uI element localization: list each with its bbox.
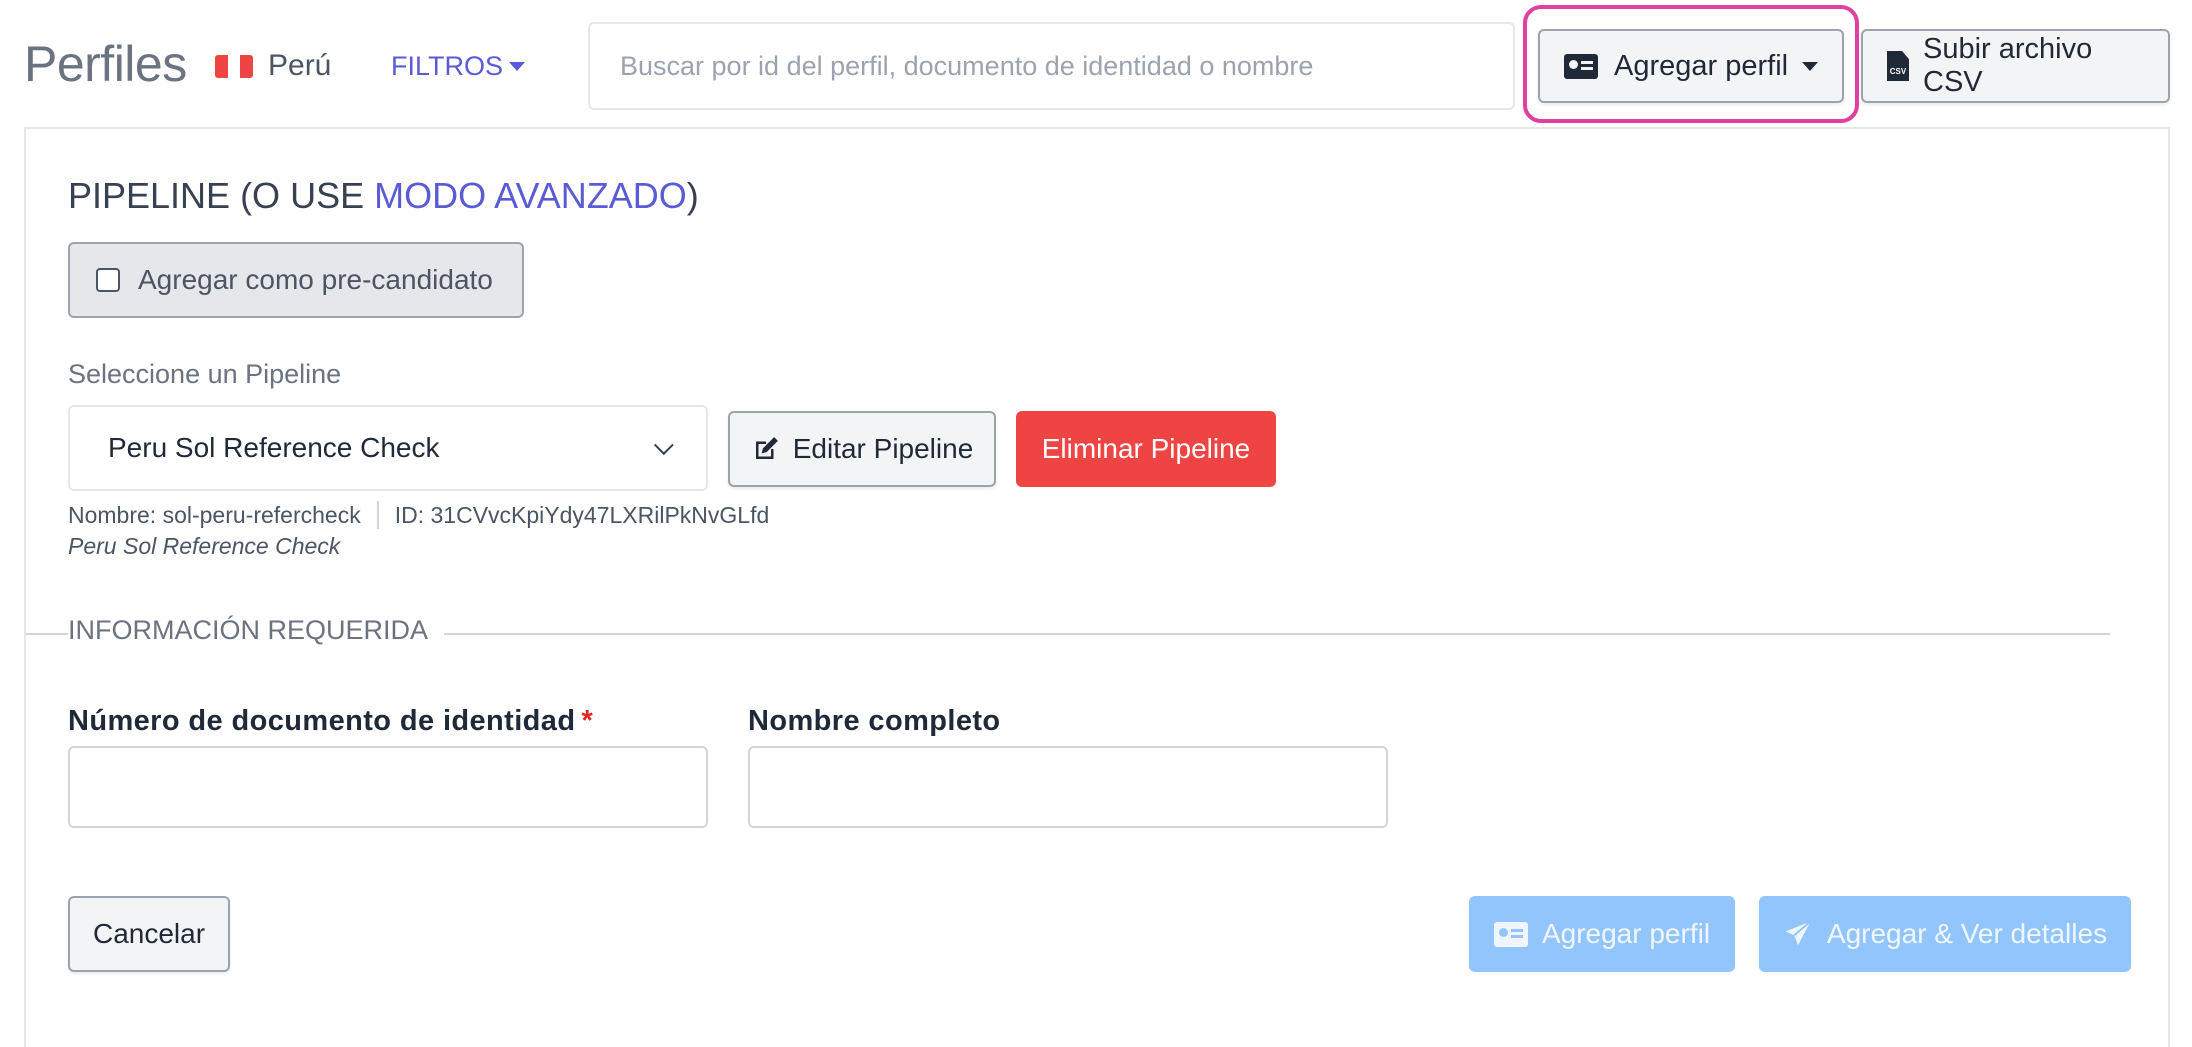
edit-pipeline-button[interactable]: Editar Pipeline	[728, 411, 996, 487]
filters-label: FILTROS	[391, 51, 504, 81]
edit-pipeline-label: Editar Pipeline	[792, 433, 974, 464]
id-document-label: Número de documento de identidad *	[68, 705, 593, 738]
chevron-down-icon	[653, 435, 674, 456]
pipeline-selected-value: Peru Sol Reference Check	[108, 432, 440, 463]
paper-plane-icon	[1785, 920, 1812, 946]
id-card-icon	[1564, 53, 1598, 79]
precandidate-checkbox[interactable]	[96, 268, 120, 292]
pipeline-id-meta: ID: 31CVvcKpiYdy47LXRilPkNvGLfd	[394, 501, 770, 528]
caret-down-icon	[509, 61, 526, 71]
page-title: Perfiles	[24, 36, 187, 92]
section-divider-left	[26, 633, 50, 635]
id-document-input[interactable]	[68, 746, 708, 828]
pipeline-select[interactable]: Peru Sol Reference Check	[68, 405, 708, 491]
add-profile-panel: PIPELINE (O USE MODO AVANZADO) Agregar c…	[24, 127, 2170, 1047]
upload-csv-label: Subir archivo CSV	[1923, 33, 2093, 98]
add-profile-submit-button[interactable]: Agregar perfil	[1469, 896, 1735, 972]
country-label: Perú	[268, 49, 332, 82]
id-card-icon	[1493, 921, 1528, 947]
precandidate-label: Agregar como pre-candidato	[138, 264, 493, 295]
pipeline-heading-suffix: )	[686, 175, 699, 216]
peru-flag-icon	[215, 55, 253, 78]
cancel-label: Cancelar	[92, 918, 206, 949]
add-and-view-details-label: Agregar & Ver detalles	[1826, 918, 2108, 949]
edit-icon	[755, 437, 778, 459]
delete-pipeline-label: Eliminar Pipeline	[1041, 433, 1251, 464]
pipeline-heading-text: PIPELINE (O USE	[68, 175, 375, 216]
caret-down-icon	[1802, 61, 1818, 71]
filters-dropdown[interactable]: FILTROS	[391, 48, 526, 84]
pipeline-description: Peru Sol Reference Check	[68, 533, 341, 559]
search-input[interactable]	[588, 22, 1515, 110]
top-bar: Perfiles Perú FILTROS Agregar perfil CSV…	[0, 0, 2192, 128]
full-name-input[interactable]	[748, 746, 1388, 828]
pipeline-name-meta: Nombre: sol-peru-refercheck	[68, 501, 361, 528]
id-document-label-text: Número de documento de identidad	[68, 705, 576, 737]
required-asterisk: *	[581, 705, 594, 737]
pipeline-meta: Nombre: sol-peru-refercheck ID: 31CVvcKp…	[68, 501, 769, 529]
add-profile-submit-label: Agregar perfil	[1541, 918, 1711, 949]
upload-csv-button[interactable]: CSV Subir archivo CSV	[1861, 29, 2170, 103]
add-and-view-details-button[interactable]: Agregar & Ver detalles	[1759, 896, 2131, 972]
meta-separator	[376, 501, 379, 529]
full-name-label: Nombre completo	[748, 705, 1001, 737]
delete-pipeline-button[interactable]: Eliminar Pipeline	[1016, 411, 1276, 487]
csv-file-icon: CSV	[1887, 51, 1909, 81]
pipeline-heading: PIPELINE (O USE MODO AVANZADO)	[68, 174, 699, 218]
pipeline-select-label: Seleccione un Pipeline	[68, 359, 342, 389]
add-profile-label: Agregar perfil	[1614, 49, 1789, 82]
add-profile-dropdown-button[interactable]: Agregar perfil	[1538, 29, 1844, 103]
required-info-legend: INFORMACIÓN REQUERIDA	[68, 615, 445, 646]
advanced-mode-link[interactable]: MODO AVANZADO	[374, 175, 687, 216]
cancel-button[interactable]: Cancelar	[68, 896, 230, 972]
precandidate-toggle[interactable]: Agregar como pre-candidato	[68, 242, 524, 318]
